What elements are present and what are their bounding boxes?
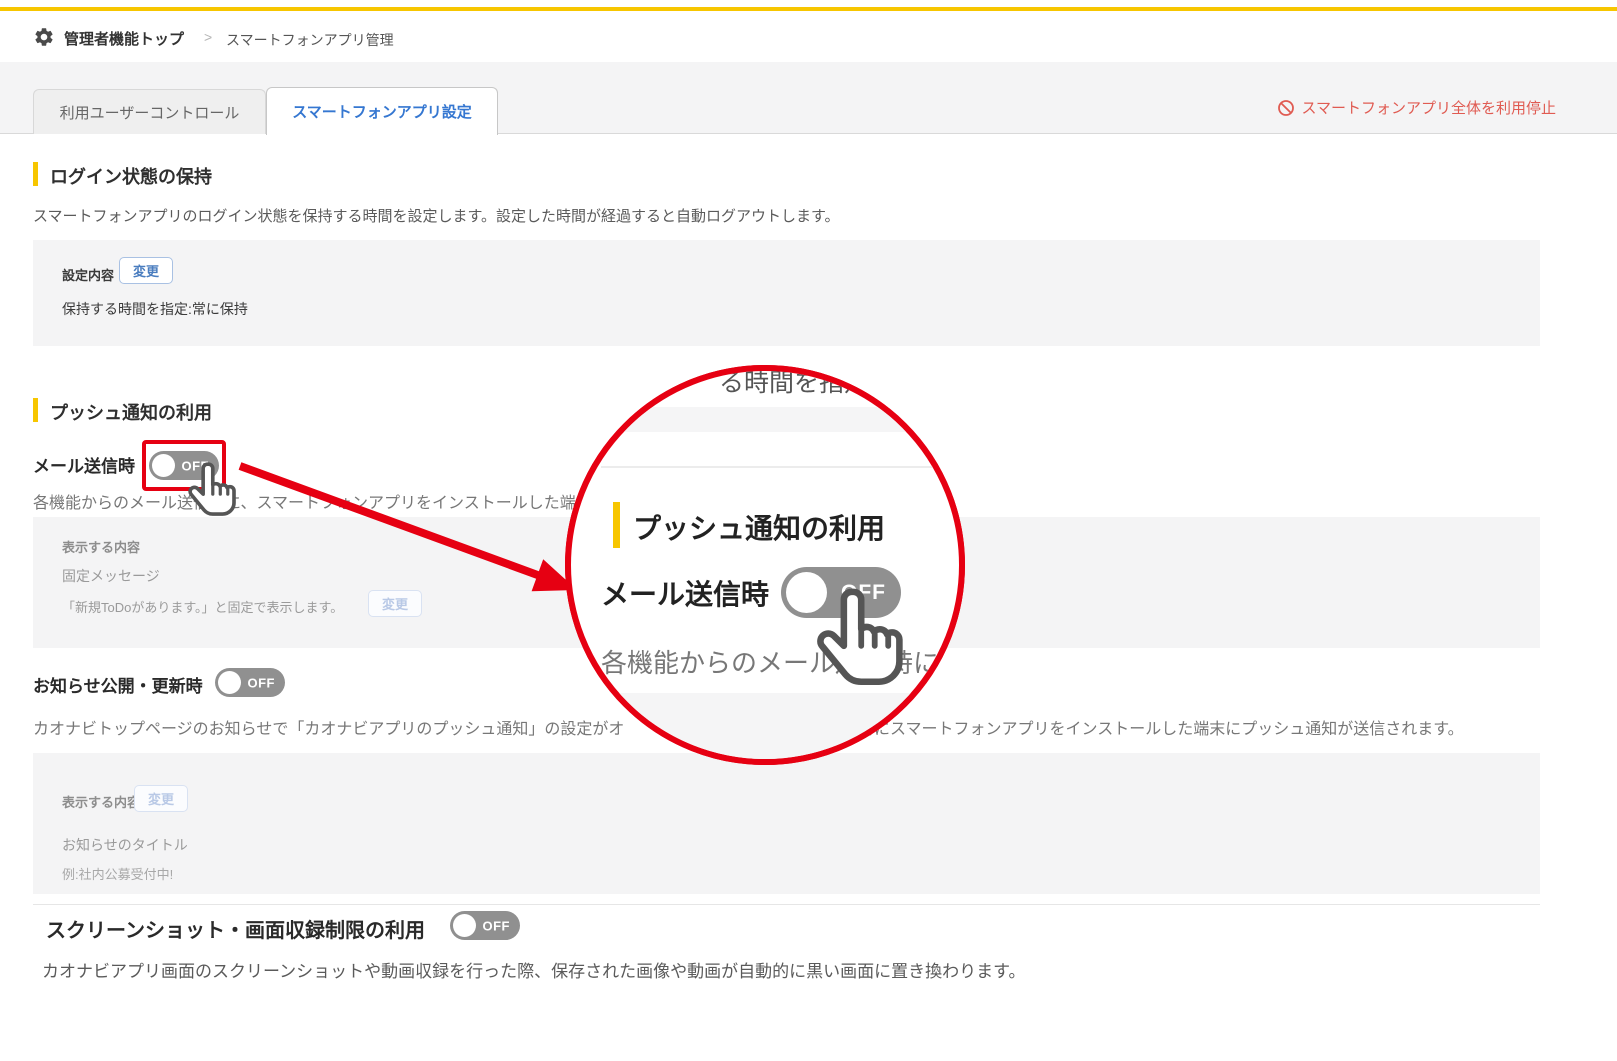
section-divider bbox=[33, 904, 1540, 905]
screenshot-description: カオナビアプリ画面のスクリーンショットや動画収録を行った際、保存された画像や動画… bbox=[42, 957, 1025, 982]
magnifier-circle: る時間を指定 プッシュ通知の利用 メール送信時 OFF 各機能からのメール送信時… bbox=[565, 365, 965, 765]
magnified-mail-toggle: OFF bbox=[781, 567, 901, 618]
magnified-divider bbox=[601, 466, 941, 468]
magnified-push-heading: プッシュ通知の利用 bbox=[633, 507, 885, 547]
magnified-time-fragment: る時間を指定 bbox=[719, 365, 869, 399]
toggle-knob bbox=[453, 914, 476, 937]
login-settings-panel: 設定内容 変更 保持する時間を指定:常に保持 bbox=[33, 240, 1540, 346]
mail-change-button[interactable]: 変更 bbox=[368, 590, 422, 617]
login-change-button[interactable]: 変更 bbox=[119, 257, 173, 284]
login-section-heading: ログイン状態の保持 bbox=[50, 163, 212, 189]
mail-panel-note: 「新規ToDoがあります。」と固定で表示します。 bbox=[62, 597, 343, 616]
breadcrumb-current: スマートフォンアプリ管理 bbox=[226, 30, 394, 50]
news-panel-example: 例:社内公募受付中! bbox=[62, 864, 173, 883]
magnified-description: 各機能からのメール送信時に、スマートフォンアプリ bbox=[601, 643, 965, 680]
mail-panel-label: 表示する内容 bbox=[62, 537, 140, 556]
news-change-button[interactable]: 変更 bbox=[134, 785, 188, 812]
stop-all-smartphone-app-link[interactable]: スマートフォンアプリ全体を利用停止 bbox=[1277, 97, 1556, 118]
toggle-state-label: OFF bbox=[841, 581, 886, 605]
section-accent-bar bbox=[33, 398, 38, 422]
gear-icon bbox=[33, 26, 55, 48]
magnified-accent-bar bbox=[613, 502, 620, 548]
prohibition-icon bbox=[1277, 99, 1295, 117]
annotation-highlight-box bbox=[142, 440, 226, 491]
tab-user-control[interactable]: 利用ユーザーコントロール bbox=[33, 89, 266, 134]
mail-push-label: メール送信時 bbox=[33, 452, 135, 477]
news-panel-value: お知らせのタイトル bbox=[62, 835, 188, 855]
news-push-panel: 表示する内容 変更 お知らせのタイトル 例:社内公募受付中! bbox=[33, 753, 1540, 894]
brand-top-bar bbox=[0, 7, 1617, 11]
login-keep-value: 保持する時間を指定:常に保持 bbox=[62, 299, 248, 319]
news-push-toggle[interactable]: OFF bbox=[215, 668, 285, 697]
toggle-state-label: OFF bbox=[483, 918, 511, 933]
push-section-heading: プッシュ通知の利用 bbox=[50, 399, 212, 425]
toggle-knob bbox=[786, 572, 827, 613]
magnified-panel-band bbox=[565, 407, 965, 432]
news-push-description-left: カオナビトップページのお知らせで「カオナビアプリのプッシュ通知」の設定がオ bbox=[33, 715, 624, 739]
screenshot-toggle[interactable]: OFF bbox=[450, 911, 520, 940]
tab-smartphone-app-settings[interactable]: スマートフォンアプリ設定 bbox=[266, 87, 498, 135]
toggle-knob bbox=[218, 671, 241, 694]
news-push-label: お知らせ公開・更新時 bbox=[33, 672, 203, 697]
toggle-state-label: OFF bbox=[248, 675, 276, 690]
news-panel-label: 表示する内容 bbox=[62, 792, 140, 811]
mail-panel-value: 固定メッセージ bbox=[62, 566, 160, 586]
login-panel-label: 設定内容 bbox=[62, 265, 114, 284]
screenshot-label: スクリーンショット・画面収録制限の利用 bbox=[46, 914, 425, 943]
breadcrumb-admin-top[interactable]: 管理者機能トップ bbox=[64, 28, 184, 49]
magnified-mail-label: メール送信時 bbox=[601, 573, 769, 613]
smartphone-app-settings-page: 管理者機能トップ > スマートフォンアプリ管理 利用ユーザーコントロール スマー… bbox=[0, 0, 1617, 1061]
breadcrumb-separator: > bbox=[204, 29, 212, 45]
login-section-description: スマートフォンアプリのログイン状態を保持する時間を設定します。設定した時間が経過… bbox=[33, 205, 840, 226]
stop-link-label: スマートフォンアプリ全体を利用停止 bbox=[1301, 97, 1556, 118]
magnified-panel-band: 表示する内容 固定メッセージ bbox=[565, 693, 965, 765]
section-accent-bar bbox=[33, 162, 38, 186]
mail-push-description: 各機能からのメール送信時に、スマートフォンアプリをインストールした端 bbox=[33, 489, 576, 513]
